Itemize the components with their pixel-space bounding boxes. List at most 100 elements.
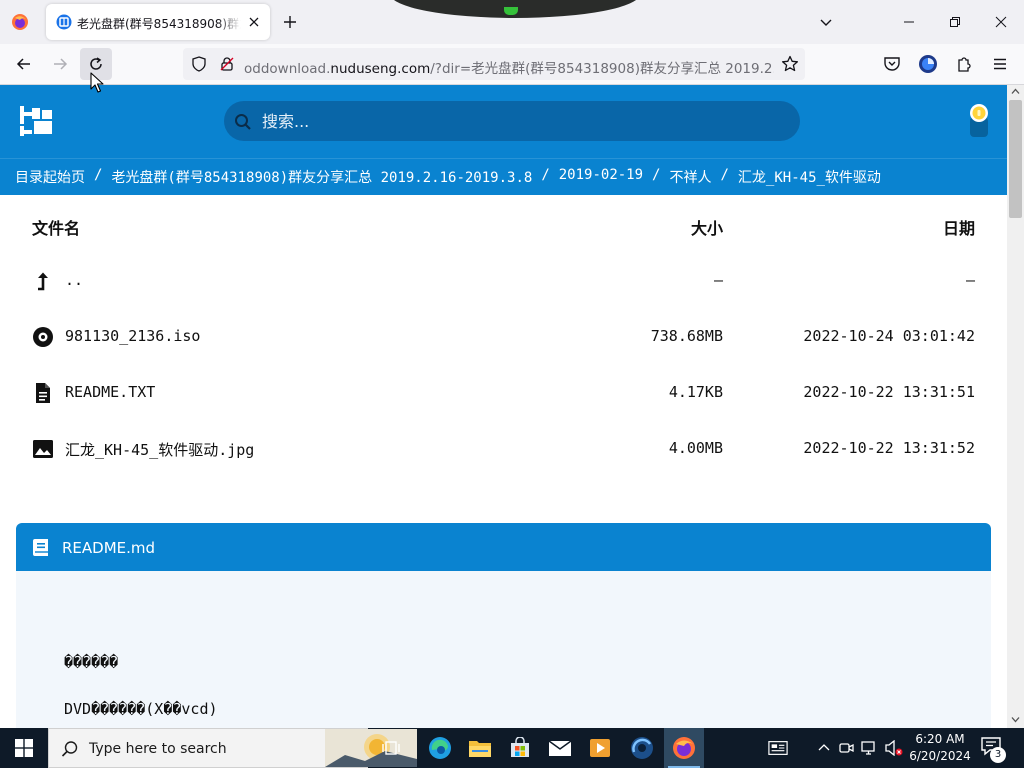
generic-app-icon[interactable] [622,728,662,768]
header-divider [0,158,1007,159]
breadcrumb-separator: / [94,167,103,183]
plus-icon[interactable] [280,12,300,32]
extensions-icon[interactable] [954,54,974,74]
close-icon[interactable] [246,14,262,30]
hamburger-menu-icon[interactable] [990,54,1010,74]
scroll-down-icon[interactable] [1011,715,1020,724]
column-header-date[interactable]: 日期 [943,215,975,239]
breadcrumb-separator: / [541,167,550,183]
table-row[interactable]: README.TXT 4.17KB 2022-10-22 13:31:51 [32,373,975,413]
column-header-name[interactable]: 文件名 [32,215,80,239]
breadcrumb-home[interactable]: 目录起始页 [15,167,85,187]
readme-title: README.md [62,539,156,557]
system-clock[interactable]: 6:20 AM 6/20/2024 [908,731,972,765]
scrollbar-thumb[interactable] [1009,100,1022,218]
chevron-up-icon[interactable] [814,738,834,758]
file-name[interactable]: 981130_2136.iso [65,327,200,345]
firefox-icon[interactable] [664,728,704,768]
breadcrumb-group-share[interactable]: 老光盘群(群号854318908)群友分享汇总 2019.2.16-2019.3… [111,167,532,187]
network-icon[interactable] [860,738,880,758]
volume-muted-icon[interactable] [884,738,904,758]
windows-taskbar: Type here to search 6:20 AM 6/20/2024 3 [0,728,1024,768]
keyboard-icon[interactable] [768,738,788,758]
breadcrumb-separator: / [720,167,729,183]
taskbar-search-placeholder: Type here to search [89,741,227,757]
chevron-down-icon[interactable] [816,12,836,32]
url-text[interactable]: oddownload.nuduseng.com/?dir=老光盘群(群号8543… [244,57,774,77]
table-row[interactable]: 汇龙_KH-45_软件驱动.jpg 4.00MB 2022-10-22 13:3… [32,429,975,469]
breadcrumb-separator: / [652,167,661,183]
parent-directory-icon [32,270,54,292]
taskbar-search-box[interactable]: Type here to search [48,728,417,768]
windows-start-icon[interactable] [0,728,48,768]
url-host: nuduseng.com [330,61,431,77]
site-header: 目录起始页 / 老光盘群(群号854318908)群友分享汇总 2019.2.1… [0,85,1007,195]
breadcrumb-user[interactable]: 不祥人 [669,167,711,187]
site-search[interactable] [224,101,800,141]
active-tab[interactable]: 老光盘群(群号854318908)群友分享汇总 2019.2.16-2019.3… [46,4,270,40]
table-row-parent[interactable]: .. — — [32,261,975,301]
shield-icon[interactable] [191,56,207,72]
file-name[interactable]: 汇龙_KH-45_软件驱动.jpg [65,439,254,460]
file-date: 2022-10-22 13:31:51 [803,383,975,401]
minimize-icon[interactable] [886,0,932,44]
site-favicon [56,14,72,30]
table-row[interactable]: 981130_2136.iso 738.68MB 2022-10-24 03:0… [32,317,975,357]
clock-time: 6:20 AM [915,732,965,746]
breadcrumb-date[interactable]: 2019-02-19 [559,167,643,187]
search-icon [234,113,252,131]
maximize-icon[interactable] [932,0,978,44]
lightbulb-icon[interactable] [968,103,990,137]
column-header-size[interactable]: 大小 [691,215,723,239]
file-size: — [713,271,723,289]
padlock-icon[interactable] [219,56,235,72]
file-date: — [965,271,975,289]
firefox-menu-icon[interactable] [8,10,32,34]
document-icon [32,382,54,404]
scroll-up-icon[interactable] [1011,87,1020,96]
mail-icon[interactable] [540,728,580,768]
edge-icon[interactable] [420,728,460,768]
account-icon[interactable] [918,54,938,74]
file-size: 4.17KB [668,383,723,401]
tab-strip: 老光盘群(群号854318908)群友分享汇总 2019.2.16-2019.3… [0,0,1024,44]
readme-header: README.md [16,523,991,571]
file-size: 4.00MB [668,439,723,457]
window-close-icon[interactable] [978,0,1024,44]
store-icon[interactable] [500,728,540,768]
file-name[interactable]: README.TXT [65,383,155,401]
file-name[interactable]: .. [65,271,83,289]
back-arrow-icon[interactable] [8,48,40,80]
url-bar[interactable]: oddownload.nuduseng.com/?dir=老光盘群(群号8543… [183,48,805,80]
task-view-icon[interactable] [372,728,412,768]
vertical-scrollbar[interactable] [1007,85,1024,728]
url-path: /?dir=老光盘群(群号854318908)群友分享汇总 2019.2.16-… [430,61,774,77]
book-icon [32,538,50,557]
navigation-toolbar: oddownload.nuduseng.com/?dir=老光盘群(群号8543… [0,44,1024,85]
disc-icon [32,326,54,348]
camera-indicator [504,7,518,15]
clock-date: 6/20/2024 [909,749,971,763]
file-date: 2022-10-24 03:01:42 [803,327,975,345]
search-icon [61,740,79,758]
pocket-icon[interactable] [882,54,902,74]
page-viewport: 目录起始页 / 老光盘群(群号854318908)群友分享汇总 2019.2.1… [0,85,1024,728]
readme-text-line: ������ [64,653,119,671]
forward-arrow-icon[interactable] [44,48,76,80]
file-explorer-icon[interactable] [460,728,500,768]
home-logo-icon[interactable] [20,106,52,136]
breadcrumb-current[interactable]: 汇龙_KH-45_软件驱动 [738,167,881,187]
tab-title: 老光盘群(群号854318908)群友分享汇总 2019.2.16-2019.3… [77,15,241,32]
url-prefix: oddownload. [244,61,331,77]
star-icon[interactable] [781,55,799,73]
readme-text-line: DVD������(X��vcd) [64,700,218,718]
breadcrumb: 目录起始页 / 老光盘群(群号854318908)群友分享汇总 2019.2.1… [15,167,881,187]
media-player-icon[interactable] [580,728,620,768]
image-icon [32,438,54,460]
mouse-cursor [90,72,104,93]
readme-panel: README.md ������ DVD������(X��vcd) [16,523,991,728]
search-input[interactable] [262,107,782,135]
meet-now-icon[interactable] [836,738,856,758]
notification-count-badge: 3 [990,747,1006,763]
file-size: 738.68MB [650,327,723,345]
